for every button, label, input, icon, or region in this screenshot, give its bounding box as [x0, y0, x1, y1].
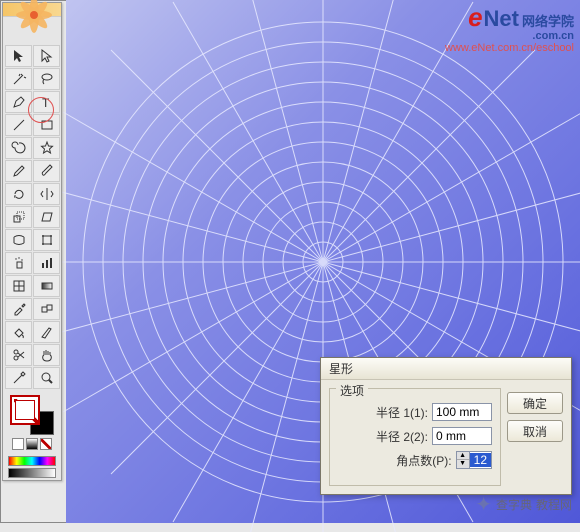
warp-tool[interactable] [5, 229, 32, 251]
spiral-tool[interactable] [5, 137, 32, 159]
logo-e: e [468, 2, 482, 33]
zoom-tool[interactable] [33, 367, 60, 389]
bottom-wm-sub: 教程网 [536, 496, 572, 513]
live-paint-tool[interactable] [5, 321, 32, 343]
shear-tool[interactable] [33, 206, 60, 228]
grayscale-bar[interactable] [8, 468, 56, 478]
logo-zh: 网络学院 [522, 11, 574, 30]
pen-tool[interactable] [5, 91, 32, 113]
gradient-mode-icon[interactable] [26, 438, 38, 450]
knife-tool[interactable] [5, 367, 32, 389]
pencil-tool[interactable] [5, 160, 32, 182]
app-logo-icon [9, 0, 59, 33]
symbol-spray-tool[interactable] [5, 252, 32, 274]
mesh-tool[interactable] [5, 275, 32, 297]
slice-tool[interactable] [33, 321, 60, 343]
star-dialog: 星形 选项 半径 1(1): 半径 2(2): 角点数(P): ▲ [320, 357, 572, 495]
fill-stroke-swatch[interactable] [10, 395, 54, 435]
scale-tool[interactable] [5, 206, 32, 228]
radius1-input[interactable] [432, 403, 492, 421]
logo-net: Net [484, 6, 519, 32]
spin-up-icon[interactable]: ▲ [457, 452, 469, 460]
bottom-wm-main: 查字典 [496, 496, 532, 513]
selection-tool[interactable] [5, 45, 32, 67]
hand-tool[interactable] [33, 344, 60, 366]
gradient-tool[interactable] [33, 275, 60, 297]
ok-button[interactable]: 确定 [507, 392, 563, 414]
points-spinner[interactable]: ▲ ▼ 12 [456, 451, 492, 469]
type-tool[interactable]: T [33, 91, 60, 113]
fill-swatch[interactable] [10, 395, 40, 425]
radius2-input[interactable] [432, 427, 492, 445]
svg-text:T: T [42, 96, 50, 110]
magic-wand-tool[interactable] [5, 68, 32, 90]
reflect-tool[interactable] [33, 183, 60, 205]
direct-select-tool[interactable] [33, 45, 60, 67]
points-label: 角点数(P): [338, 452, 452, 469]
radius2-label: 半径 2(2): [338, 428, 428, 445]
cancel-button[interactable]: 取消 [507, 420, 563, 442]
lasso-tool[interactable] [33, 68, 60, 90]
brush-tool[interactable] [33, 160, 60, 182]
scissors-tool[interactable] [5, 344, 32, 366]
free-transform-tool[interactable] [33, 229, 60, 251]
dialog-title[interactable]: 星形 [321, 358, 571, 380]
bottom-watermark: ✦ 查字典 教程网 [475, 492, 572, 517]
spin-down-icon[interactable]: ▼ [457, 460, 469, 468]
toolbox-panel: T [2, 2, 62, 481]
logo-domain: .com.cn [522, 30, 574, 42]
eyedropper-tool[interactable] [5, 298, 32, 320]
color-swatch-section [3, 391, 61, 454]
none-mode-icon[interactable] [40, 438, 52, 450]
options-group: 选项 半径 1(1): 半径 2(2): 角点数(P): ▲ ▼ [329, 388, 501, 486]
blend-tool[interactable] [33, 298, 60, 320]
color-spectrum[interactable] [8, 456, 56, 466]
graph-tool[interactable] [33, 252, 60, 274]
rotate-tool[interactable] [5, 183, 32, 205]
radius1-label: 半径 1(1): [338, 404, 428, 421]
rectangle-tool[interactable] [33, 114, 60, 136]
points-value[interactable]: 12 [470, 453, 491, 467]
color-mode-icon[interactable] [12, 438, 24, 450]
star-tool[interactable] [33, 137, 60, 159]
watermark-logo: e Net 网络学院 .com.cn www.eNet.com.cn/escho… [445, 2, 574, 54]
watermark-url: www.eNet.com.cn/eschool [445, 42, 574, 54]
tool-grid: T [3, 43, 61, 391]
line-tool[interactable] [5, 114, 32, 136]
options-legend: 选项 [336, 382, 368, 399]
